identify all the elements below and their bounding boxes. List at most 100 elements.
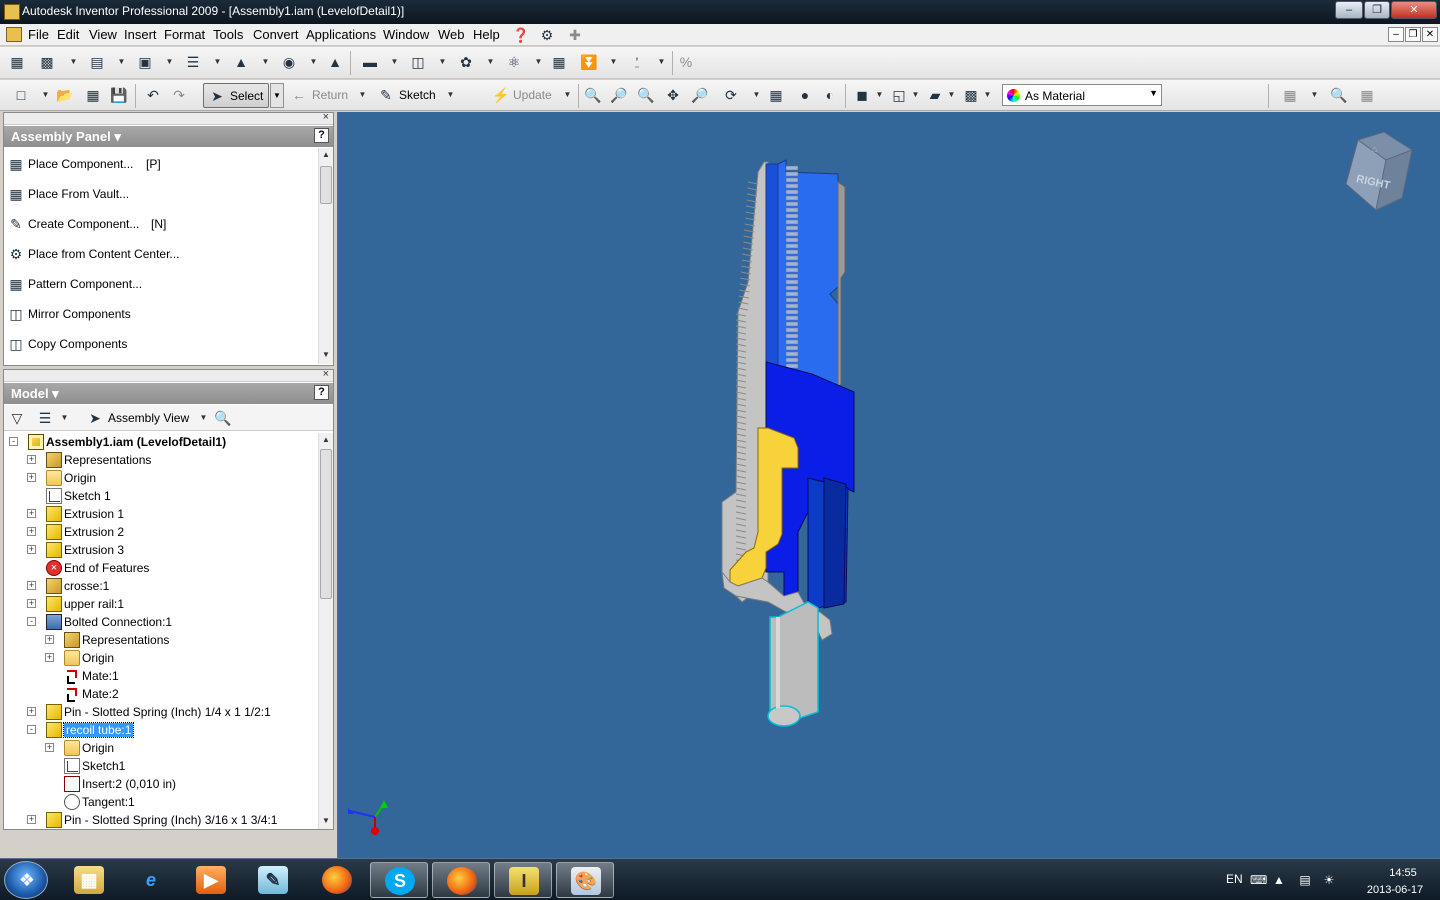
tree-node[interactable]: Mate:2 bbox=[4, 685, 316, 703]
inventor-app-icon[interactable] bbox=[4, 4, 20, 20]
taskbar-firefox[interactable] bbox=[308, 862, 366, 898]
assembly-panel-header[interactable]: Assembly Panel ▾ ? bbox=[4, 126, 333, 147]
filter-icon[interactable]: ▽ bbox=[8, 409, 26, 427]
frame-generator-icon[interactable]: ▦ bbox=[550, 53, 568, 71]
menu-window[interactable]: Window bbox=[383, 27, 429, 42]
keyboard-icon[interactable]: ⌨ bbox=[1250, 873, 1267, 887]
analyze-interference-icon[interactable]: ✿ bbox=[457, 53, 475, 71]
create-component-command[interactable]: ✎ Create Component... [N] bbox=[6, 213, 316, 235]
create-component-icon[interactable]: ▩ bbox=[38, 53, 56, 71]
maximize-button[interactable]: ❐ bbox=[1364, 1, 1390, 19]
bom-dropdown[interactable]: ▼ bbox=[438, 53, 447, 71]
weld-icon[interactable]: ⏬ bbox=[580, 53, 598, 71]
collapse-icon[interactable]: - bbox=[27, 617, 36, 626]
bill-of-materials-icon[interactable]: ◫ bbox=[409, 53, 427, 71]
pan-icon[interactable]: ✥ bbox=[664, 86, 682, 104]
collapse-icon[interactable]: - bbox=[9, 437, 18, 446]
redo-icon[interactable]: ↷ bbox=[170, 86, 188, 104]
help-icon[interactable]: ? bbox=[314, 385, 329, 400]
update-button[interactable]: Update bbox=[513, 88, 552, 110]
panel-close-icon[interactable]: × bbox=[323, 111, 329, 123]
move-component-icon[interactable]: ▲ bbox=[232, 53, 250, 71]
expand-icon[interactable]: + bbox=[45, 653, 54, 662]
taskbar-windows-explorer[interactable]: ▦ bbox=[60, 862, 118, 898]
select-button[interactable]: ➤ Select bbox=[203, 83, 269, 108]
copy-components-command[interactable]: ◫ Copy Components bbox=[6, 333, 316, 355]
display-mode-icon[interactable]: ◼ bbox=[853, 86, 871, 104]
tree-node[interactable]: + Origin bbox=[4, 469, 316, 487]
tree-node[interactable]: Sketch1 bbox=[4, 757, 316, 775]
save-icon[interactable]: 💾 bbox=[110, 86, 128, 104]
taskbar-skype[interactable]: S bbox=[370, 862, 428, 898]
print-preview-icon[interactable]: 🔍 bbox=[1330, 86, 1348, 104]
place-component-icon[interactable]: ▦ bbox=[8, 53, 26, 71]
volume-icon[interactable]: ☀ bbox=[1322, 873, 1336, 887]
mirror-components-command[interactable]: ◫ Mirror Components bbox=[6, 303, 316, 325]
return-dropdown[interactable]: ▼ bbox=[358, 86, 367, 104]
show-hidden-icons-icon[interactable]: ▲ bbox=[1272, 873, 1286, 887]
properties-icon[interactable]: ▦ bbox=[1281, 86, 1299, 104]
language-indicator[interactable]: EN bbox=[1226, 872, 1243, 886]
recoil-tube-part[interactable] bbox=[767, 601, 819, 727]
constraint-dropdown[interactable]: ▼ bbox=[213, 53, 222, 71]
pattern-component-command[interactable]: ▦ Pattern Component... bbox=[6, 273, 316, 295]
scroll-up-icon[interactable]: ▲ bbox=[319, 433, 333, 447]
shadow-icon[interactable]: ◐ bbox=[821, 86, 839, 104]
scroll-thumb[interactable] bbox=[320, 166, 332, 204]
zoom-all-icon[interactable]: 🔍 bbox=[584, 86, 602, 104]
expand-icon[interactable]: + bbox=[27, 707, 36, 716]
color-scheme-icon[interactable]: ▩ bbox=[962, 86, 980, 104]
tree-node[interactable]: + Pin - Slotted Spring (Inch) 3/16 x 1 3/… bbox=[4, 811, 316, 829]
expand-icon[interactable]: + bbox=[45, 743, 54, 752]
network-icon[interactable]: ▤ bbox=[1298, 873, 1312, 887]
tree-node[interactable]: + Extrusion 2 bbox=[4, 523, 316, 541]
assembly-view-icon[interactable]: ➤ bbox=[86, 409, 104, 427]
start-button[interactable]: ❖ bbox=[4, 861, 48, 899]
tree-node[interactable]: - Bolted Connection:1 bbox=[4, 613, 316, 631]
projection-dropdown[interactable]: ▼ bbox=[911, 86, 920, 104]
add-icon[interactable]: ✚ bbox=[566, 26, 584, 44]
properties-dropdown[interactable]: ▼ bbox=[1310, 86, 1319, 104]
menu-convert[interactable]: Convert bbox=[253, 27, 299, 42]
design-accelerator-icon[interactable]: ⚛ bbox=[505, 53, 523, 71]
tree-node[interactable]: Mate:1 bbox=[4, 667, 316, 685]
scroll-down-icon[interactable]: ▼ bbox=[319, 348, 333, 362]
rotate-dropdown[interactable]: ▼ bbox=[309, 53, 318, 71]
menu-insert[interactable]: Insert bbox=[124, 27, 157, 42]
close-button[interactable]: ✕ bbox=[1391, 1, 1437, 19]
orbit-icon[interactable]: ⟳ bbox=[722, 86, 740, 104]
taskbar-media-player[interactable]: ▶ bbox=[182, 862, 240, 898]
menu-applications[interactable]: Applications bbox=[306, 27, 376, 42]
find-icon[interactable]: 🔍 bbox=[214, 409, 232, 427]
tree-node[interactable]: + Pin - Slotted Spring (Inch) 1/4 x 1 1/2… bbox=[4, 703, 316, 721]
mdi-close-button[interactable]: ✕ bbox=[1422, 27, 1438, 42]
open-file-icon[interactable]: 📂 bbox=[56, 86, 74, 104]
taskbar-internet-explorer[interactable]: e bbox=[122, 862, 180, 898]
tree-node[interactable]: + crosse:1 bbox=[4, 577, 316, 595]
graphics-window[interactable]: RIGHT ⌂ bbox=[337, 112, 1440, 858]
return-icon[interactable]: ← bbox=[290, 86, 308, 104]
tree-node[interactable]: + Representations bbox=[4, 451, 316, 469]
collapse-icon[interactable]: - bbox=[27, 725, 36, 734]
display-mode-dropdown[interactable]: ▼ bbox=[875, 86, 884, 104]
ground-plane-icon[interactable]: ▰ bbox=[926, 86, 944, 104]
menu-help[interactable]: Help bbox=[473, 27, 500, 42]
update-icon[interactable]: ⚡ bbox=[492, 86, 510, 104]
return-button[interactable]: Return bbox=[312, 88, 348, 110]
zoom-selected-icon[interactable]: 🔎 bbox=[691, 86, 709, 104]
mdi-minimize-button[interactable]: – bbox=[1388, 27, 1404, 42]
undo-icon[interactable]: ↶ bbox=[144, 86, 162, 104]
sketch-dropdown[interactable]: ▼ bbox=[446, 86, 455, 104]
color-scheme-dropdown[interactable]: ▼ bbox=[983, 86, 992, 104]
taskbar-notes[interactable]: ✎ bbox=[244, 862, 302, 898]
tree-node[interactable]: + Extrusion 1 bbox=[4, 505, 316, 523]
place-from-content-center-command[interactable]: ⚙ Place from Content Center... bbox=[6, 243, 316, 265]
menu-edit[interactable]: Edit bbox=[57, 27, 79, 42]
place-component-command[interactable]: ▦ Place Component... [P] bbox=[6, 153, 316, 175]
sketch-button[interactable]: Sketch bbox=[399, 88, 436, 110]
assembly-view-select[interactable]: Assembly View bbox=[108, 411, 189, 425]
scroll-up-icon[interactable]: ▲ bbox=[319, 148, 333, 162]
help-icon[interactable]: ? bbox=[314, 128, 329, 143]
document-icon[interactable] bbox=[6, 27, 22, 42]
clock-time[interactable]: 14:55 bbox=[1370, 867, 1436, 879]
